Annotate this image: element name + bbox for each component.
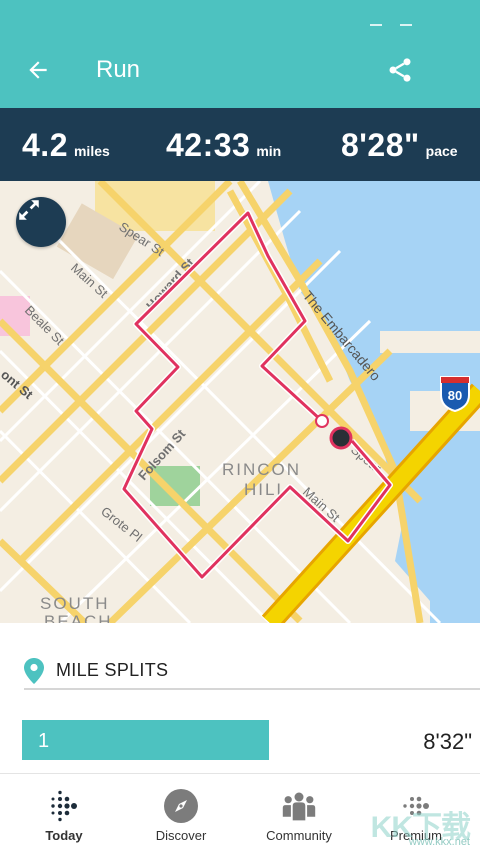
duration-unit: min [256,143,282,159]
pier [380,331,480,353]
route-end-marker [329,426,353,450]
split-row: 1 8'32" [22,720,480,760]
share-icon [389,58,411,82]
route-start-marker [315,414,329,428]
pace-unit: pace [425,143,458,159]
arrow-left-icon [29,61,47,79]
mile-splits-header: MILE SPLITS [24,650,480,690]
premium-dots-icon [398,788,434,824]
fitbit-dots-icon [46,788,82,824]
duration-value: 42:33 [166,127,251,163]
nav-label: Premium [389,828,442,843]
nav-discover[interactable]: Discover [121,774,241,853]
distance-value: 4.2 [22,127,68,163]
distance-stat: 4.2 miles [22,127,110,164]
status-indicator [400,24,412,26]
nav-label: Today [45,828,83,843]
duration-stat: 42:33 min [166,127,281,164]
bottom-navigation: Today Discover Community Premium [0,773,480,853]
route-map[interactable]: 80 Spear St Main St Beale St Howard St F… [0,181,480,623]
split-mile-number: 1 [38,730,50,752]
water-patch [440,451,480,481]
community-people-icon [281,788,317,824]
run-detail-screen: Run 4.2 miles 42:33 min 8'28" pace 80 Sp… [0,0,480,853]
distance-unit: miles [73,143,110,159]
split-pace: 8'32" [423,729,472,754]
back-button[interactable] [20,52,56,88]
interstate-shield: 80 [440,376,470,413]
run-stats-bar: 4.2 miles 42:33 min 8'28" pace [0,108,480,181]
app-bar: Run [0,0,480,108]
split-bar [22,720,269,760]
district-label: BEACH [44,612,113,623]
pace-value: 8'28" [341,127,420,163]
nav-label: Discover [155,828,207,843]
mile-splits-title: MILE SPLITS [56,660,169,680]
nav-label: Community [266,828,332,843]
water-patch [445,501,480,541]
nav-community[interactable]: Community [239,774,359,853]
status-indicator [370,24,382,26]
map-canvas: 80 Spear St Main St Beale St Howard St F… [0,181,480,623]
district-label: SOUTH [40,594,110,613]
nav-today[interactable]: Today [4,774,124,853]
page-title: Run [96,56,141,83]
pace-stat: 8'28" pace [341,127,458,164]
compass-icon [163,788,199,824]
location-pin-icon [24,658,44,684]
svg-text:80: 80 [448,388,462,403]
district-label: RINCON [222,460,301,479]
nav-premium[interactable]: Premium [356,774,476,853]
share-button[interactable] [382,52,418,88]
expand-map-button[interactable] [16,197,66,247]
expand-arrows-icon [19,200,39,220]
